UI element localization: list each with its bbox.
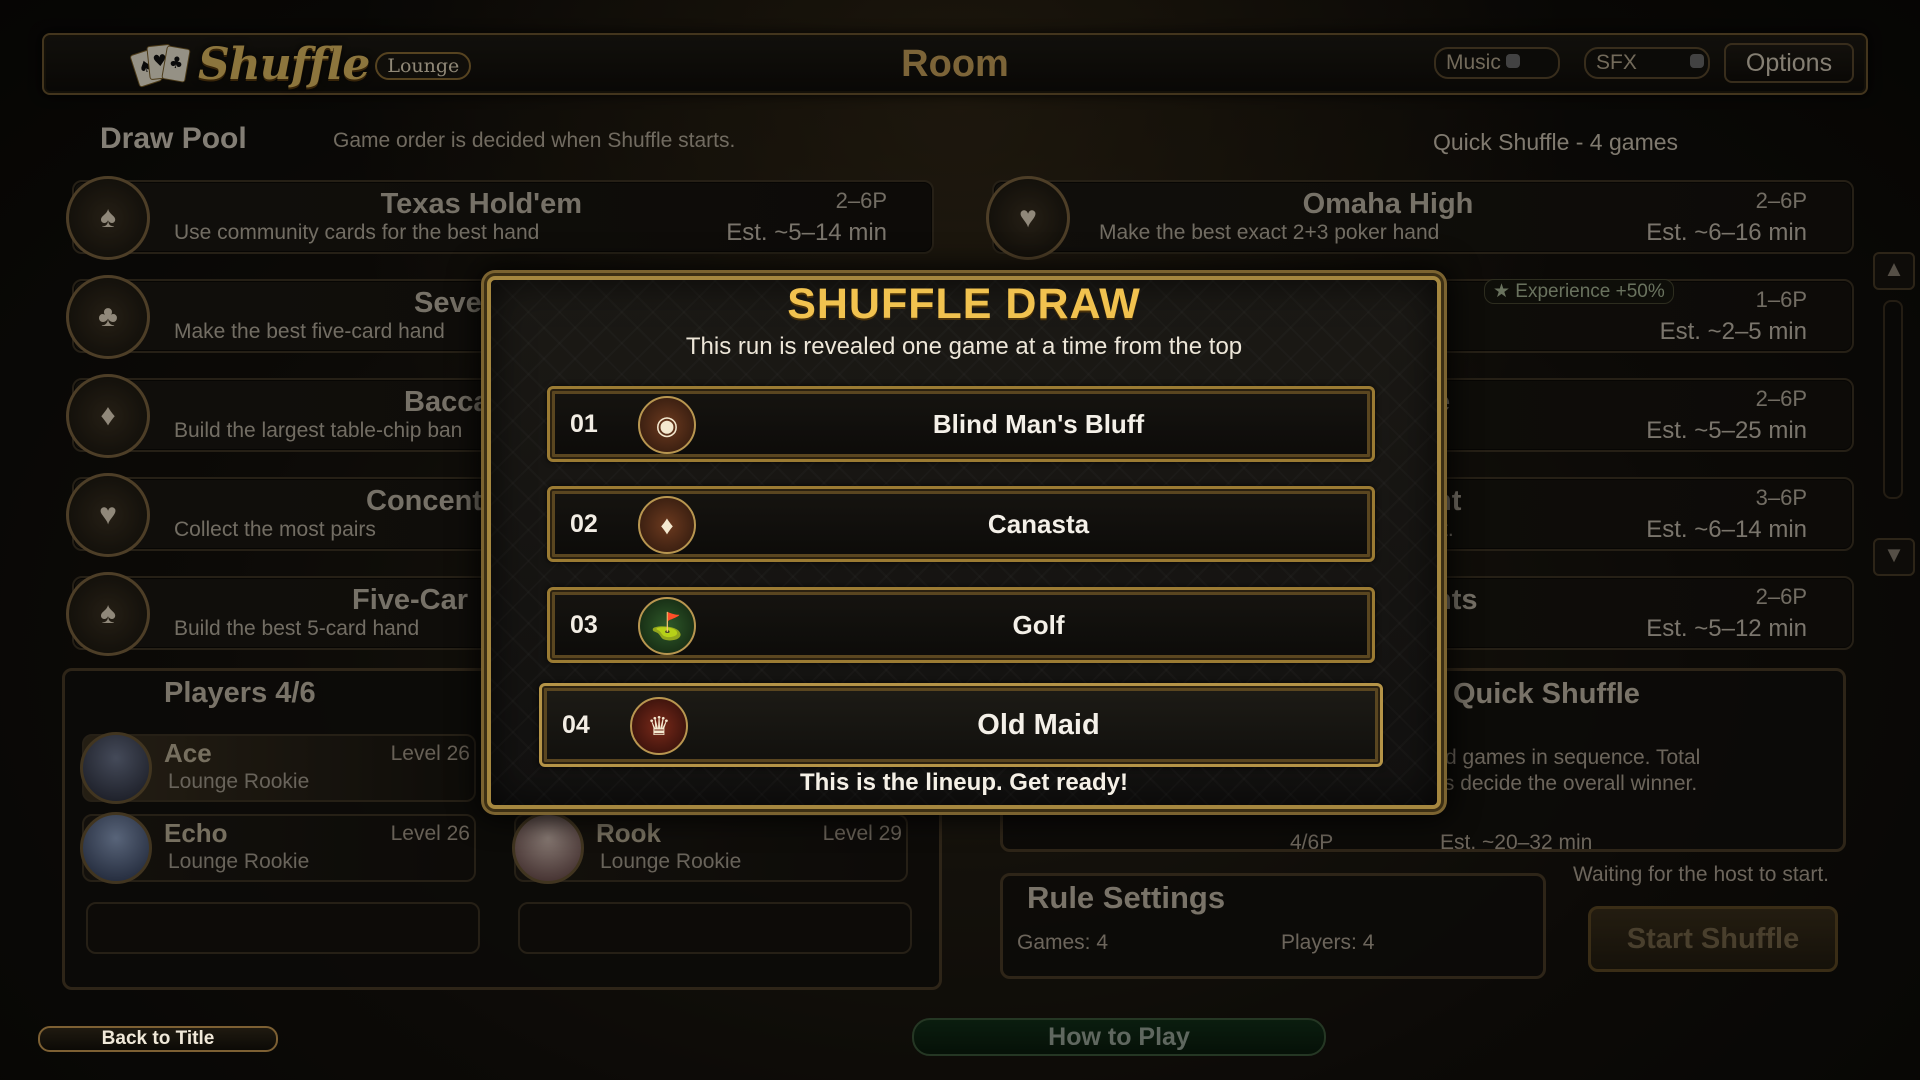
back-to-title-button[interactable]: Back to Title	[38, 1026, 278, 1052]
draw-row-3: 03 ⛳ Golf	[547, 587, 1375, 663]
draw-game-name: Old Maid	[977, 709, 1100, 741]
draw-row-1: 01 ◉ Blind Man's Bluff	[547, 386, 1375, 462]
draw-game-name: Blind Man's Bluff	[932, 409, 1145, 439]
modal-subtitle: This run is revealed one game at a time …	[685, 333, 1243, 360]
draw-game-name: Golf	[1012, 610, 1065, 640]
modal-title: SHUFFLE DRAW	[787, 280, 1141, 328]
modal-footer: This is the lineup. Get ready!	[799, 769, 1129, 796]
shuffle-draw-modal: SHUFFLE DRAW This run is revealed one ga…	[487, 276, 1441, 809]
draw-row-4: 04 ♛ Old Maid	[539, 683, 1383, 767]
draw-row-2: 02 ♦ Canasta	[547, 486, 1375, 562]
draw-game-name: Canasta	[987, 509, 1090, 539]
